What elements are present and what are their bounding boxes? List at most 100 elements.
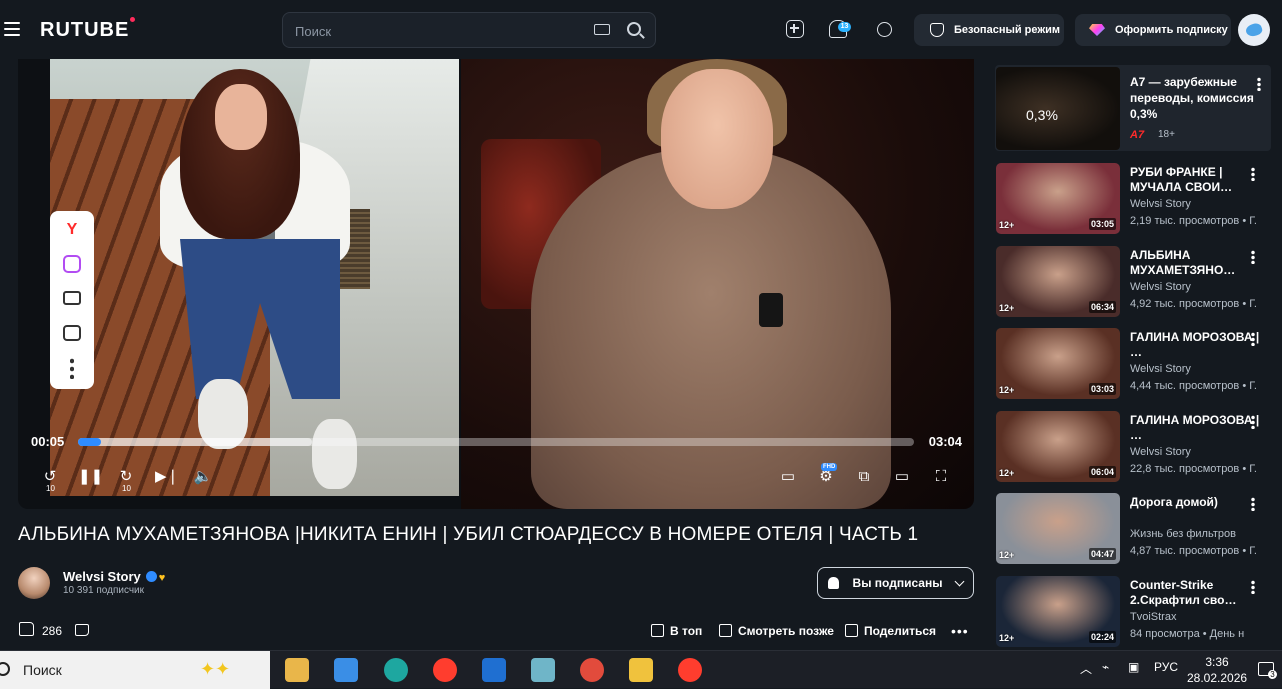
yandex-browser-app-icon[interactable] (678, 658, 702, 682)
recommendation-views: 84 просмотра • День н (1130, 628, 1245, 640)
chat-icon[interactable] (63, 255, 81, 273)
subscriber-count: 10 391 подписчик (63, 585, 145, 596)
played-bar (78, 438, 102, 446)
recommendation-card[interactable]: 12+ 04:47 Дорога домой) Жизнь без фильтров 4… (995, 493, 1282, 565)
media-player-app-icon[interactable] (285, 658, 309, 682)
theater-mode-icon[interactable]: ▭ (892, 467, 912, 487)
chevron-down-icon (955, 576, 965, 586)
pause-icon[interactable]: ❚❚ (78, 467, 103, 487)
video-duration: 04:47 (1088, 548, 1116, 560)
taskbar-search-label: Поиск (23, 662, 62, 678)
safe-mode-label: Безопасный режим (954, 24, 1061, 36)
fullscreen-icon[interactable]: ⛶ (931, 467, 951, 487)
forward-10-icon[interactable]: ↻ 10 (116, 467, 136, 493)
notes-app-icon[interactable] (531, 658, 555, 682)
rutube-logo[interactable]: RUTUBE (40, 17, 136, 42)
video-player[interactable]: Y 00:05 03:04 ↺ 10 ❚❚ ↻ 10 ▶❘ 🔈 ▭ ⚙ FHD ⧉ … (18, 59, 974, 509)
yandex-app-icon[interactable] (433, 658, 457, 682)
ad-more-icon[interactable] (1257, 77, 1261, 91)
shield-icon (930, 23, 944, 37)
recommendation-more-icon[interactable] (1251, 497, 1255, 511)
recommendation-card[interactable]: 12+ 06:34 АЛЬБИНА МУХАМЕТЗЯНО… Welvsi Story… (995, 246, 1282, 318)
progress-bar[interactable] (78, 438, 914, 446)
recommendation-more-icon[interactable] (1251, 580, 1255, 594)
age-rating: 12+ (999, 633, 1015, 643)
pip-icon[interactable]: ⧉ (854, 467, 874, 487)
age-rating: 12+ (999, 303, 1015, 313)
picture-in-picture-icon[interactable] (63, 325, 81, 341)
share-icon (845, 624, 858, 637)
search-icon[interactable] (627, 22, 641, 36)
device-icon[interactable]: ▣ (1128, 660, 1139, 674)
recommendation-views: 22,8 тыс. просмотров • Г. (1130, 463, 1257, 475)
recommendation-views: 4,44 тыс. просмотров • Г. (1130, 380, 1257, 392)
recommendation-channel[interactable]: Welvsi Story (1130, 281, 1191, 293)
bell-icon (827, 577, 839, 589)
age-rating: 12+ (999, 385, 1015, 395)
video-duration: 06:04 (1088, 466, 1116, 478)
keyboard-icon[interactable] (594, 24, 610, 35)
recommendation-channel[interactable]: TvoiStrax (1130, 611, 1176, 623)
edge-app-icon[interactable] (384, 658, 408, 682)
volume-icon[interactable]: 🔈 (193, 467, 213, 487)
bookmark-icon (719, 624, 732, 637)
recommendation-title: РУБИ ФРАНКЕ | МУЧАЛА СВОИ… (1130, 165, 1233, 194)
safe-mode-button[interactable]: Безопасный режим (914, 14, 1064, 46)
recommendation-card[interactable]: 12+ 03:03 ГАЛИНА МОРОЗОВА | … Welvsi Story 4… (995, 328, 1282, 400)
chrome-app-icon[interactable] (580, 658, 604, 682)
next-icon[interactable]: ▶❘ (155, 467, 179, 487)
age-rating: 12+ (999, 220, 1015, 230)
ad-title: А7 — зарубежные переводы, комиссия 0,3% (1130, 75, 1254, 121)
share-button[interactable]: Поделиться (845, 624, 936, 638)
subtitles-player-icon[interactable]: ▭ (778, 467, 798, 487)
recommendation-channel[interactable]: Жизнь без фильтров (1130, 528, 1236, 540)
network-icon[interactable]: ⌁ (1102, 660, 1109, 674)
subscription-button[interactable]: Оформить подписку (1075, 14, 1231, 46)
recommendation-thumbnail: 12+ 06:34 (996, 246, 1120, 317)
recommendation-more-icon[interactable] (1251, 332, 1255, 346)
store-app-icon[interactable] (334, 658, 358, 682)
taskbar-search[interactable]: Поиск ✦✦ (0, 651, 270, 689)
recommendation-thumbnail: 12+ 06:04 (996, 411, 1120, 482)
language-indicator[interactable]: РУС (1154, 660, 1178, 674)
browser-side-toolbar: Y (50, 211, 94, 389)
subtitles-icon[interactable] (63, 291, 81, 305)
ad-thumbnail: 0,3% (996, 67, 1120, 150)
recommendation-more-icon[interactable] (1251, 167, 1255, 181)
notifications-icon[interactable]: 3 (1258, 662, 1277, 679)
outlook-app-icon[interactable] (482, 658, 506, 682)
explorer-app-icon[interactable] (629, 658, 653, 682)
recommendation-more-icon[interactable] (1251, 250, 1255, 264)
search-input[interactable] (295, 21, 575, 41)
recommendation-card[interactable]: 12+ 06:04 ГАЛИНА МОРОЗОВА | … Welvsi Story 2… (995, 411, 1282, 483)
search-icon (0, 662, 10, 676)
channel-avatar[interactable] (18, 567, 50, 599)
like-icon[interactable] (19, 622, 34, 636)
ad-card[interactable]: 0,3% А7 — зарубежные переводы, комиссия … (995, 65, 1271, 151)
yandex-icon[interactable]: Y (63, 221, 81, 239)
subscription-label: Оформить подписку (1115, 24, 1228, 36)
more-actions-icon[interactable]: ••• (951, 623, 969, 639)
age-rating: 12+ (999, 468, 1015, 478)
to-top-button[interactable]: В топ (651, 624, 702, 638)
ad-age: 18+ (1158, 129, 1175, 140)
recommendation-channel[interactable]: Welvsi Story (1130, 198, 1191, 210)
watch-later-button[interactable]: Смотреть позже (719, 624, 834, 638)
recommendation-card[interactable]: 12+ 03:05 РУБИ ФРАНКЕ | МУЧАЛА СВОИ… Welvsi… (995, 163, 1282, 235)
upload-plus-icon[interactable] (786, 20, 804, 38)
recommendation-card[interactable]: 12+ 02:24 Counter-Strike 2.Скрафтил сво… Tv… (995, 576, 1282, 648)
recommendation-title: Дорога домой) (1130, 495, 1218, 509)
dislike-icon[interactable] (75, 624, 89, 636)
recommendation-channel[interactable]: Welvsi Story (1130, 446, 1191, 458)
recommendation-channel[interactable]: Welvsi Story (1130, 363, 1191, 375)
tray-chevron-icon[interactable]: ︿ (1080, 660, 1092, 677)
user-avatar[interactable] (1238, 14, 1270, 46)
clock[interactable]: 3:36 28.02.2026 (1187, 654, 1247, 686)
more-vertical-icon[interactable] (70, 357, 74, 379)
theme-toggle-sun-icon[interactable] (877, 22, 892, 37)
subscribed-button[interactable]: Вы подписаны (817, 567, 974, 599)
rewind-10-icon[interactable]: ↺ 10 (40, 467, 60, 493)
channel-name[interactable]: Welvsi Story ♥ (63, 569, 165, 584)
recommendation-more-icon[interactable] (1251, 415, 1255, 429)
hamburger-menu-icon[interactable] (4, 22, 20, 36)
